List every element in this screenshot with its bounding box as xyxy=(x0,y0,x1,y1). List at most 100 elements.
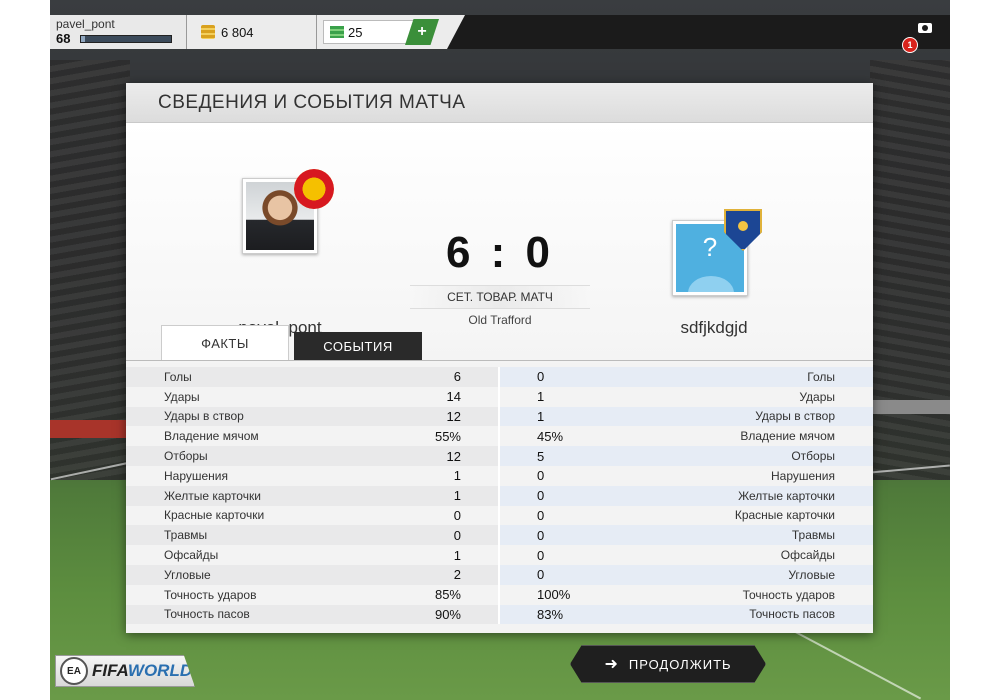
stat-value-away: 100% xyxy=(537,587,571,603)
panel-title: СВЕДЕНИЯ И СОБЫТИЯ МАТЧА xyxy=(158,91,466,113)
match-score: 6 : 0 xyxy=(445,228,555,277)
stat-value-home: 0 xyxy=(453,527,461,543)
stat-label-home: Угловые xyxy=(164,567,211,582)
player-level: 68 xyxy=(56,31,71,46)
stat-home-half: Точность пасов 90% xyxy=(126,604,498,625)
notification-badge[interactable]: 1 xyxy=(902,37,918,53)
stat-row: Точность ударов 85% 100% Точность ударов xyxy=(126,584,873,605)
club-crest-icon xyxy=(294,169,334,209)
stat-home-half: Желтые карточки 1 xyxy=(126,485,498,506)
stat-label-home: Голы xyxy=(164,369,192,384)
stat-row: Точность пасов 90% 83% Точность пасов xyxy=(126,604,873,625)
stat-value-home: 90% xyxy=(434,606,461,622)
stat-label-away: Красные карточки xyxy=(734,508,835,523)
stat-label-home: Травмы xyxy=(164,528,208,543)
stat-value-away: 0 xyxy=(537,369,545,385)
stadium-name: Old Trafford xyxy=(468,313,532,327)
stat-label-away: Удары в створ xyxy=(755,409,835,424)
stat-value-away: 1 xyxy=(537,389,545,405)
stat-value-away: 0 xyxy=(537,468,545,484)
stat-away-half: 83% Точность пасов xyxy=(498,604,873,625)
player-profile[interactable]: pavel_pont 68 xyxy=(50,15,187,49)
tab-events[interactable]: СОБЫТИЯ xyxy=(294,332,422,360)
adboard-right xyxy=(872,400,950,414)
stat-row: Удары в створ 12 1 Удары в створ xyxy=(126,406,873,427)
stat-row: Нарушения 1 0 Нарушения xyxy=(126,465,873,486)
stat-label-home: Офсайды xyxy=(164,548,219,563)
stat-value-away: 1 xyxy=(537,408,545,424)
tab-facts[interactable]: ФАКТЫ xyxy=(161,325,289,360)
stat-away-half: 1 Удары xyxy=(498,386,873,407)
world-word: WORLD xyxy=(127,661,193,680)
continue-button[interactable]: ➜ ПРОДОЛЖИТЬ xyxy=(570,645,766,683)
stat-row: Владение мячом 55% 45% Владение мячом xyxy=(126,426,873,447)
stat-away-half: 0 Офсайды xyxy=(498,545,873,565)
arrow-right-icon: ➜ xyxy=(604,656,619,673)
coins-icon xyxy=(201,25,215,39)
stat-label-away: Отборы xyxy=(791,449,835,464)
stat-value-home: 0 xyxy=(453,507,461,523)
stat-home-half: Владение мячом 55% xyxy=(126,426,498,446)
stat-value-home: 2 xyxy=(453,567,461,583)
question-mark: ? xyxy=(702,232,718,262)
stat-row: Удары 14 1 Удары xyxy=(126,386,873,407)
stat-row: Травмы 0 0 Травмы xyxy=(126,525,873,546)
stat-label-away: Травмы xyxy=(791,528,835,543)
stand-right xyxy=(870,60,950,480)
stat-home-half: Красные карточки 0 xyxy=(126,506,498,526)
stat-value-home: 14 xyxy=(446,389,461,405)
plus-icon: + xyxy=(417,23,427,40)
fifa-word: FIFA xyxy=(92,661,128,680)
player-name: pavel_pont xyxy=(56,17,115,31)
stat-value-away: 45% xyxy=(537,428,564,444)
adboard-left xyxy=(50,420,128,438)
stat-home-half: Травмы 0 xyxy=(126,525,498,546)
stat-row: Угловые 2 0 Угловые xyxy=(126,564,873,585)
xp-progress-bar xyxy=(80,34,172,43)
stat-label-home: Нарушения xyxy=(164,468,229,483)
fifa-world-logo: EA FIFAWORLD xyxy=(55,655,195,687)
stat-value-home: 1 xyxy=(453,468,461,484)
stat-value-home: 6 xyxy=(453,369,461,385)
stat-home-half: Офсайды 1 xyxy=(126,545,498,565)
continue-label: ПРОДОЛЖИТЬ xyxy=(628,656,732,672)
tab-bar: ФАКТЫ СОБЫТИЯ xyxy=(126,325,873,361)
stat-value-home: 12 xyxy=(446,448,461,464)
player-level-row: 68 xyxy=(56,31,180,46)
stat-value-away: 0 xyxy=(537,527,545,543)
stat-away-half: 0 Нарушения xyxy=(498,465,873,486)
stat-label-home: Точность пасов xyxy=(164,607,250,622)
stat-home-half: Точность ударов 85% xyxy=(126,585,498,605)
stat-home-half: Отборы 12 xyxy=(126,446,498,466)
points-icon xyxy=(330,26,344,38)
stat-value-home: 55% xyxy=(434,428,461,444)
stat-label-home: Удары xyxy=(164,389,200,404)
stat-away-half: 0 Угловые xyxy=(498,564,873,585)
stat-value-away: 5 xyxy=(537,448,545,464)
stat-away-half: 100% Точность ударов xyxy=(498,584,873,605)
stat-label-home: Красные карточки xyxy=(164,508,265,523)
stat-away-half: 0 Травмы xyxy=(498,525,873,546)
match-type: СЕТ. ТОВАР. МАТЧ xyxy=(410,285,590,309)
stat-home-half: Удары 14 xyxy=(126,387,498,407)
stat-value-away: 0 xyxy=(537,567,545,583)
stat-row: Офсайды 1 0 Офсайды xyxy=(126,545,873,565)
stat-label-home: Отборы xyxy=(164,449,208,464)
points-value: 25 xyxy=(348,24,363,40)
stat-label-away: Точность пасов xyxy=(749,607,835,622)
stat-label-away: Нарушения xyxy=(770,468,835,483)
coins-display[interactable]: 6 804 xyxy=(187,15,317,49)
stat-home-half: Нарушения 1 xyxy=(126,466,498,486)
stat-label-away: Угловые xyxy=(788,567,835,582)
stat-home-half: Удары в створ 12 xyxy=(126,406,498,427)
camera-icon[interactable] xyxy=(918,23,932,33)
stat-away-half: 0 Желтые карточки xyxy=(498,485,873,506)
top-bar: pavel_pont 68 6 804 25 + 1 xyxy=(50,15,950,53)
stat-row: Голы 6 0 Голы xyxy=(126,367,873,387)
stat-label-away: Офсайды xyxy=(780,548,835,563)
stat-label-away: Голы xyxy=(807,369,835,384)
match-details-panel: СВЕДЕНИЯ И СОБЫТИЯ МАТЧА 6 : 0 СЕТ. ТОВА… xyxy=(126,83,873,633)
stat-value-away: 0 xyxy=(537,547,545,563)
stat-home-half: Угловые 2 xyxy=(126,564,498,585)
stat-row: Отборы 12 5 Отборы xyxy=(126,446,873,466)
